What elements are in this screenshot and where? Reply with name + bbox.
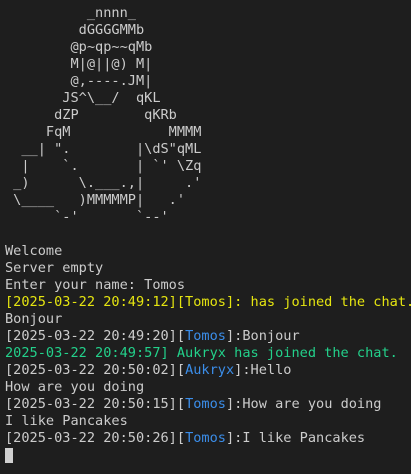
output-text: How are you doing [5, 379, 145, 395]
chat-message: [2025-03-22 20:50:02][Aukryx]:Hello [5, 362, 409, 379]
ascii-art-line: @,----.JM| [5, 73, 153, 89]
output-text: Welcome [5, 243, 63, 259]
username-bracket: [ [176, 362, 186, 378]
username-bracket: ] [225, 328, 235, 344]
chat-log: Welcome Server empty Enter your name: Tomo… [5, 243, 411, 447]
message-timestamp: [2025-03-22 20:50:02] [5, 362, 177, 378]
ascii-art-line: `-' `--' [5, 209, 169, 225]
terminal-window[interactable]: _nnnn_ dGGGGMMb @p~qp~~qMb M|@||@) M| @,… [5, 5, 411, 464]
message-text: :Bonjour [234, 328, 300, 344]
output-line: How are you doing [5, 379, 409, 396]
message-username: Tomos [185, 328, 226, 344]
message-timestamp: [2025-03-22 20:50:15] [5, 396, 177, 412]
output-text: Server empty [5, 260, 104, 276]
message-username: Tomos [185, 430, 226, 446]
ascii-art-line: \____ )MMMMMP| .' [5, 192, 186, 208]
ascii-art-line: FqM MMMM [5, 124, 202, 140]
chat-message: [2025-03-22 20:49:20][Tomos]:Bonjour [5, 328, 409, 345]
ascii-art-line: dZP qKRb [5, 107, 177, 123]
message-text: :I like Pancakes [234, 430, 366, 446]
message-username: Tomos [185, 396, 226, 412]
message-timestamp: [2025-03-22 20:50:26] [5, 430, 177, 446]
output-line: Welcome [5, 243, 409, 260]
output-text: I like Pancakes [5, 413, 128, 429]
output-line: I like Pancakes [5, 413, 409, 430]
output-line: Bonjour [5, 311, 409, 328]
ascii-art-line: dGGGGMMb [5, 22, 145, 38]
username-bracket: ] [225, 430, 235, 446]
ascii-art-line: JS^\__/ qKL [5, 90, 161, 106]
join-notice-text: [2025-03-22 20:49:12][Tomos]: has joined… [5, 294, 411, 310]
output-line: Server empty [5, 260, 409, 277]
message-username: Aukryx [185, 362, 235, 378]
output-text: Bonjour [5, 311, 63, 327]
chat-message: [2025-03-22 20:50:26][Tomos]:I like Panc… [5, 430, 409, 447]
ascii-art-line: _nnnn_ [5, 5, 136, 21]
output-line: Enter your name: Tomos [5, 277, 409, 294]
input-line[interactable] [5, 447, 409, 464]
username-bracket: [ [176, 396, 186, 412]
ascii-art-line: | `. | `' \Zq [5, 158, 202, 174]
join-notice: [2025-03-22 20:49:12][Tomos]: has joined… [5, 294, 411, 311]
join-notice-text: 2025-03-22 20:49:57] Aukryx has joined t… [5, 345, 398, 361]
username-bracket: ] [225, 396, 235, 412]
username-bracket: [ [176, 328, 186, 344]
ascii-art-line: __| ". |\dS"qML [5, 141, 202, 157]
chat-message: [2025-03-22 20:50:15][Tomos]:How are you… [5, 396, 409, 413]
ascii-art-logo: _nnnn_ dGGGGMMb @p~qp~~qMb M|@||@) M| @,… [5, 5, 409, 226]
text-cursor [5, 448, 13, 463]
message-text: :How are you doing [234, 396, 382, 412]
message-text: :Hello [242, 362, 292, 378]
username-bracket: [ [176, 430, 186, 446]
ascii-art-line: M|@||@) M| [5, 56, 153, 72]
message-timestamp: [2025-03-22 20:49:20] [5, 328, 177, 344]
ascii-art-line: _) \.___.,| .' [5, 175, 202, 191]
output-text: Enter your name: Tomos [5, 277, 186, 293]
ascii-art-line: @p~qp~~qMb [5, 39, 153, 55]
join-notice: 2025-03-22 20:49:57] Aukryx has joined t… [5, 345, 409, 362]
